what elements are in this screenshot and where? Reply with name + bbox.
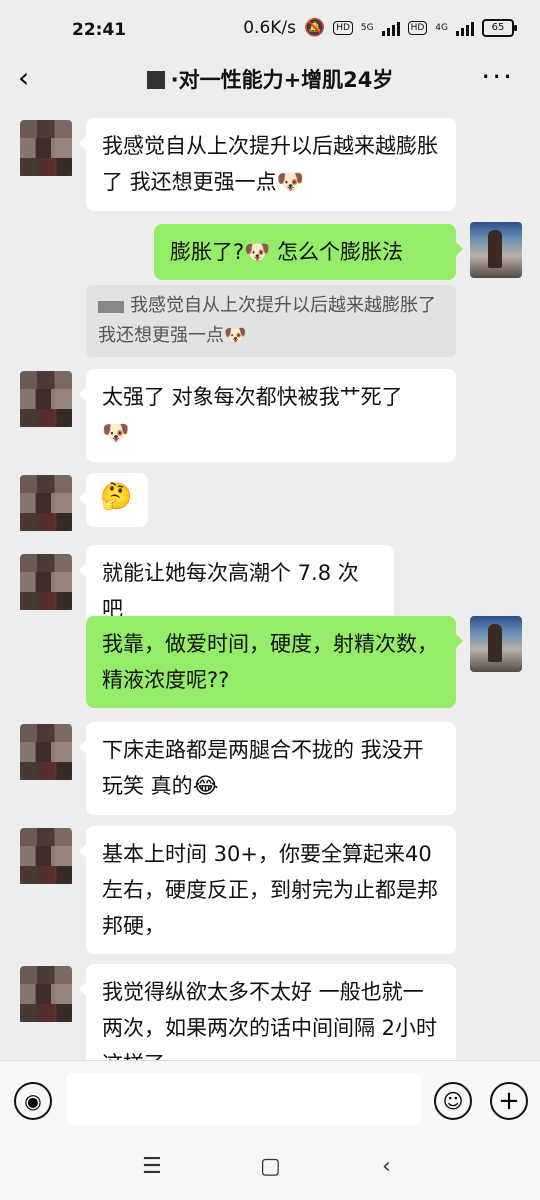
thinking-emoji-icon: 🤔 (100, 482, 133, 512)
sim2-label: 4G (435, 23, 448, 33)
signal-icon-2 (456, 20, 474, 36)
message-text: 我靠，做爱时间，硬度，射精次数，精液浓度呢?? (102, 632, 438, 692)
avatar[interactable] (20, 371, 72, 427)
sim1-label: 5G (360, 23, 374, 33)
message-bubble[interactable]: 我觉得纵欲太多不太好 一般也就一两次，如果两次的话中间间隔 2小时这样了 (79, 964, 456, 1060)
battery-icon: 65 (482, 19, 517, 37)
avatar[interactable] (20, 828, 72, 884)
mute-icon: 🔕 (304, 18, 326, 38)
net-speed: 0.6K/s (243, 18, 297, 38)
input-bar: ◉ ☺ + (0, 1060, 540, 1141)
message-bubble[interactable]: 我感觉自从上次提升以后越来越膨胀了 我还想更强一点🐶 (79, 118, 456, 211)
doge-emoji-icon: 🐶 (276, 170, 305, 195)
redacted-sender (98, 301, 124, 313)
message-text: 就能让她每次高潮个 7.8 次吧 (102, 561, 359, 621)
avatar[interactable] (20, 120, 72, 176)
message-bubble-own[interactable]: 我靠，做爱时间，硬度，射精次数，精液浓度呢?? (86, 616, 463, 708)
message-text: 下床走路都是两腿合不拢的 我没开玩笑 真的 (102, 738, 424, 798)
message-text: 我觉得纵欲太多不太好 一般也就一两次，如果两次的话中间间隔 2小时这样了 (102, 980, 438, 1060)
chat-title-text: ·对一性能力+增肌24岁 (170, 68, 394, 92)
plus-icon[interactable]: + (490, 1082, 528, 1120)
message-bubble[interactable]: 基本上时间 30+，你要全算起来40 左右，硬度反正，到射完为止都是邦邦硬， (79, 826, 456, 954)
quote-text: 我感觉自从上次提升以后越来越膨胀了 我还想更强一点🐶 (98, 295, 436, 346)
avatar[interactable] (20, 724, 72, 780)
menu-icon[interactable]: ☰ (142, 1154, 162, 1179)
status-time: 22:41 (72, 20, 127, 40)
message-text: 膨胀了?🐶 怎么个膨胀法 (170, 240, 403, 264)
my-avatar[interactable] (470, 616, 522, 672)
message-bubble[interactable]: 🤔 (79, 473, 148, 527)
my-avatar[interactable] (470, 222, 522, 278)
more-dots-icon[interactable]: ··· (481, 60, 514, 93)
quoted-message[interactable]: 我感觉自从上次提升以后越来越膨胀了 我还想更强一点🐶 (86, 285, 456, 357)
chat-title: ·对一性能力+增肌24岁 (0, 64, 540, 94)
message-bubble[interactable]: 太强了 对象每次都快被我艹死了 🐶 (79, 369, 456, 462)
message-text: 我感觉自从上次提升以后越来越膨胀了 我还想更强一点 (102, 134, 438, 194)
avatar[interactable] (20, 966, 72, 1022)
system-nav-bar: ☰ ▢ ‹ (0, 1140, 540, 1200)
voice-icon[interactable]: ◉ (14, 1082, 52, 1120)
doge-emoji-icon: 🐶 (102, 421, 130, 446)
message-text: 太强了 对象每次都快被我艹死了 (102, 385, 403, 409)
chat-header: ‹ ·对一性能力+增肌24岁 ··· (0, 58, 540, 102)
message-bubble[interactable]: 下床走路都是两腿合不拢的 我没开玩笑 真的😂 (79, 722, 456, 815)
hd-badge-1: HD (333, 21, 353, 35)
nav-back-icon[interactable]: ‹ (382, 1154, 391, 1179)
avatar[interactable] (20, 554, 72, 610)
signal-icon-1 (381, 20, 400, 36)
redacted-name-block (146, 71, 165, 89)
laughing-emoji-icon: 😂 (192, 774, 219, 799)
hd-badge-2: HD (407, 21, 428, 35)
chat-message-list[interactable]: 我感觉自从上次提升以后越来越膨胀了 我还想更强一点🐶 膨胀了?🐶 怎么个膨胀法 … (0, 112, 540, 1060)
message-bubble-own[interactable]: 膨胀了?🐶 怎么个膨胀法 (154, 224, 463, 280)
emoji-icon[interactable]: ☺ (434, 1082, 472, 1120)
message-input[interactable] (66, 1073, 421, 1125)
message-text: 基本上时间 30+，你要全算起来40 左右，硬度反正，到射完为止都是邦邦硬， (102, 842, 438, 938)
home-icon[interactable]: ▢ (260, 1154, 281, 1179)
avatar[interactable] (20, 475, 72, 531)
status-bar: 22:41 0.6K/s 🔕 HD 5G HD 4G 65 (0, 0, 540, 58)
status-indicators: 0.6K/s 🔕 HD 5G HD 4G 65 (243, 18, 517, 38)
